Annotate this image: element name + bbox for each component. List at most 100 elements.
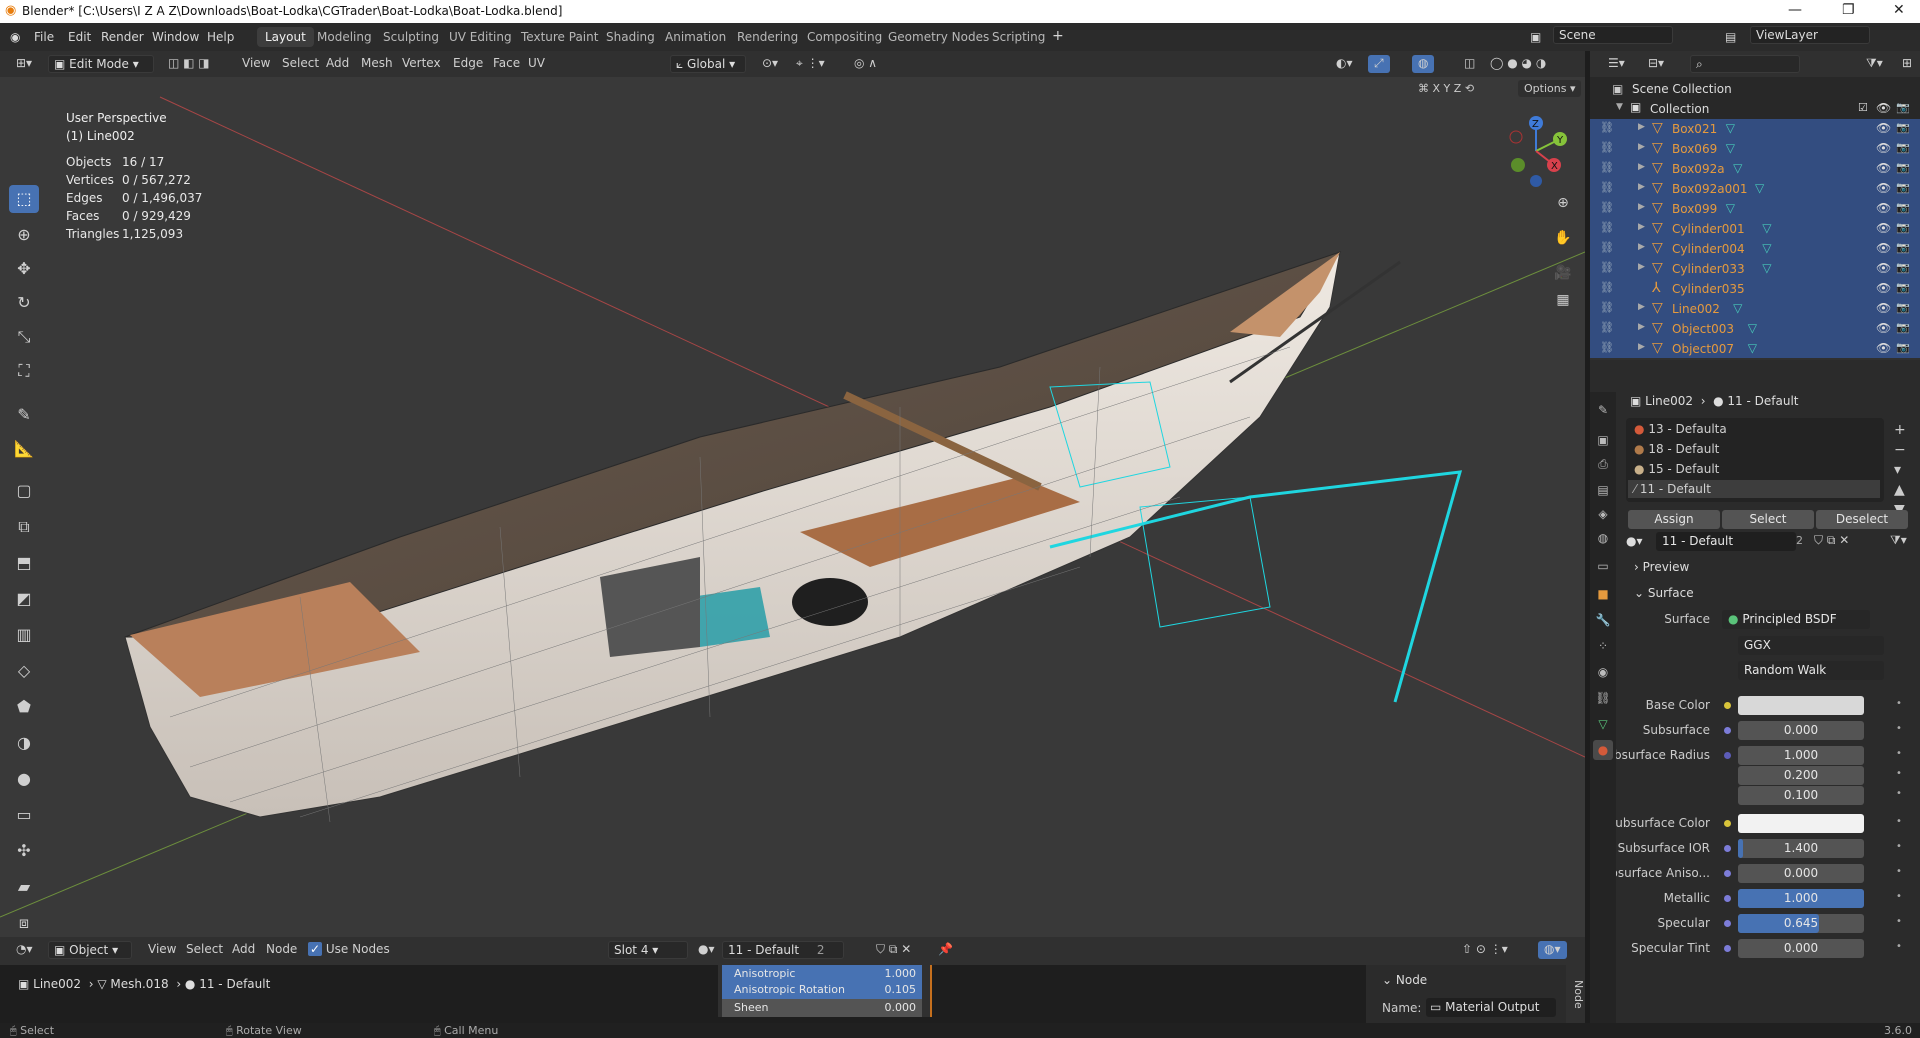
node-editor-type-icon[interactable]: ◔▾ (10, 941, 39, 959)
keyframe-dot-icon[interactable]: • (1896, 891, 1902, 902)
scene-collection-row[interactable]: ▣ Scene Collection (1590, 79, 1920, 99)
node-name-field[interactable]: ▭ Material Output (1426, 998, 1556, 1017)
camera-icon[interactable]: 📷 (1896, 101, 1910, 114)
transform-tool-icon[interactable]: ⛶ (9, 357, 39, 385)
shading-modes-icon[interactable]: ◯ ● ◕ ◑ (1484, 55, 1552, 73)
camera-icon[interactable]: 📷 (1896, 261, 1910, 274)
tab-layout[interactable]: Layout (257, 27, 314, 47)
particles-tab-icon[interactable]: ⁘ (1593, 636, 1613, 656)
menu-select[interactable]: Select (276, 55, 325, 73)
number-field[interactable]: 0.645 (1738, 914, 1864, 933)
maximize-icon[interactable]: ❐ (1842, 2, 1855, 18)
socket-dot-icon[interactable] (1724, 845, 1731, 852)
tab-texture-paint[interactable]: Texture Paint (513, 27, 606, 47)
link-icon[interactable]: ⛓ (1600, 321, 1614, 334)
number-field[interactable]: 1.000 (1738, 889, 1864, 908)
3d-viewport[interactable]: ⬚ ⊕ ✥ ↻ ⤡ ⛶ ✎ 📐 ▢ ⧉ ⬒ ◩ ▥ ◇ ⬟ ◑ ● ▭ ✣ ▰ … (0, 77, 1585, 937)
material-filter-icon[interactable]: ⧩▾ (1890, 533, 1907, 548)
menu-render[interactable]: Render (101, 30, 144, 44)
link-icon[interactable]: ⛓ (1600, 121, 1614, 134)
link-icon[interactable]: ⛓ (1600, 301, 1614, 314)
menu-edge[interactable]: Edge (447, 55, 489, 73)
mesh-data-icon[interactable]: ▽ (1733, 161, 1742, 175)
eye-icon[interactable]: 👁 (1876, 301, 1891, 315)
eye-icon[interactable]: 👁 (1876, 281, 1891, 295)
link-icon[interactable]: ⛓ (1600, 281, 1614, 294)
data-tab-icon[interactable]: ▽ (1593, 714, 1613, 734)
link-icon[interactable]: ⛓ (1600, 161, 1614, 174)
loop-cut-tool-icon[interactable]: ▥ (9, 621, 39, 649)
inset-tool-icon[interactable]: ⬒ (9, 549, 39, 577)
node-menu-view[interactable]: View (142, 941, 182, 959)
expand-icon[interactable]: ▶ (1638, 182, 1645, 192)
socket-dot-icon[interactable] (1724, 702, 1731, 709)
outliner-search[interactable]: ⌕ (1690, 55, 1800, 73)
number-field[interactable]: 0.000 (1738, 939, 1864, 958)
camera-icon[interactable]: 📷 (1896, 281, 1910, 294)
outliner-editor-type-icon[interactable]: ☰▾ (1602, 55, 1631, 73)
eye-icon[interactable]: 👁 (1876, 201, 1891, 215)
add-cube-tool-icon[interactable]: ▢ (9, 477, 39, 505)
outliner-item[interactable]: ⛓ ▶ ▽ Line002 ▽ 👁 📷 (1590, 299, 1920, 319)
material-browse-icon[interactable]: ●▾ (1626, 534, 1643, 548)
camera-icon[interactable]: 📷 (1896, 221, 1910, 234)
node-material-actions-icons[interactable]: ⛉ ⧉ ✕ (870, 941, 917, 959)
blender-menu-icon[interactable]: ◉ (10, 30, 20, 44)
options-dropdown[interactable]: Options ▾ (1518, 80, 1582, 97)
scale-tool-icon[interactable]: ⤡ (9, 323, 39, 351)
deselect-button[interactable]: Deselect (1816, 510, 1908, 529)
select-button[interactable]: Select (1722, 510, 1814, 529)
shear-tool-icon[interactable]: ▰ (9, 873, 39, 901)
eye-icon[interactable]: 👁 (1876, 261, 1891, 275)
slot-selector[interactable]: Slot 4 ▾ (608, 941, 688, 959)
poly-build-tool-icon[interactable]: ⬟ (9, 693, 39, 721)
outliner-item[interactable]: ⛓ ▶ ▽ Box069 ▽ 👁 📷 (1590, 139, 1920, 159)
eye-icon[interactable]: 👁 (1876, 241, 1891, 255)
material-slot[interactable]: ● 15 - Default (1634, 462, 1719, 476)
tool-tab-icon[interactable]: ✎ (1593, 400, 1613, 420)
node-material-browse-icon[interactable]: ●▾ (692, 941, 721, 959)
camera-icon[interactable]: 📷 (1896, 321, 1910, 334)
tab-rendering[interactable]: Rendering (729, 27, 806, 47)
keyframe-dot-icon[interactable]: • (1896, 916, 1902, 927)
mesh-data-icon[interactable]: ▽ (1762, 241, 1771, 255)
menu-vertex[interactable]: Vertex (396, 55, 447, 73)
mesh-data-icon[interactable]: ▽ (1726, 201, 1735, 215)
camera-icon[interactable]: 📷 (1896, 161, 1910, 174)
slot-side-buttons[interactable]: +−▾▲▼ (1894, 420, 1906, 520)
keyframe-dot-icon[interactable]: • (1896, 816, 1902, 827)
surface-panel-header[interactable]: ⌄ Surface (1634, 586, 1694, 600)
move-tool-icon[interactable]: ✥ (9, 255, 39, 283)
object-tab-icon[interactable]: ■ (1593, 584, 1613, 604)
link-icon[interactable]: ⛓ (1600, 221, 1614, 234)
material-actions-icons[interactable]: ⛉ ⧉ ✕ (1814, 533, 1849, 548)
expand-icon[interactable]: ▶ (1638, 342, 1645, 352)
node-material-field[interactable]: 11 - Default 2 (722, 941, 844, 959)
spin-tool-icon[interactable]: ◑ (9, 729, 39, 757)
number-field[interactable]: 0.200 (1738, 766, 1864, 785)
new-collection-icon[interactable]: ⊞ (1896, 55, 1918, 73)
outliner-item[interactable]: ⛓ ⅄ Cylinder035 👁 📷 (1590, 279, 1920, 299)
tab-scripting[interactable]: Scripting (984, 27, 1053, 47)
filter-icon[interactable]: ⧩▾ (1860, 55, 1889, 73)
material-slot[interactable]: ● 18 - Default (1634, 442, 1719, 456)
menu-window[interactable]: Window (152, 30, 199, 44)
camera-icon[interactable]: 📷 (1896, 301, 1910, 314)
measure-tool-icon[interactable]: 📐 (9, 435, 39, 463)
scene-tab-icon[interactable]: ◈ (1593, 504, 1613, 524)
modifier-tab-icon[interactable]: 🔧 (1593, 610, 1613, 630)
pivot-icon[interactable]: ⊙▾ (756, 55, 784, 73)
number-field[interactable]: 0.000 (1738, 721, 1864, 740)
select-mode-icons[interactable]: ◫ ◧ ◨ (162, 55, 216, 73)
link-icon[interactable]: ⛓ (1600, 241, 1614, 254)
tab-uv-editing[interactable]: UV Editing (441, 27, 520, 47)
mirror-axes[interactable]: ⌘ X Y Z ⟲ (1418, 82, 1474, 95)
scene-selector[interactable]: Scene (1553, 26, 1673, 44)
smooth-tool-icon[interactable]: ● (9, 765, 39, 793)
color-swatch[interactable] (1738, 814, 1864, 833)
pan-hand-icon[interactable]: ✋ (1552, 227, 1574, 249)
link-icon[interactable]: ⛓ (1600, 341, 1614, 354)
outliner-item[interactable]: ⛓ ▶ ▽ Box099 ▽ 👁 📷 (1590, 199, 1920, 219)
mesh-data-icon[interactable]: ▽ (1762, 221, 1771, 235)
number-field[interactable]: 1.400 (1738, 839, 1864, 858)
